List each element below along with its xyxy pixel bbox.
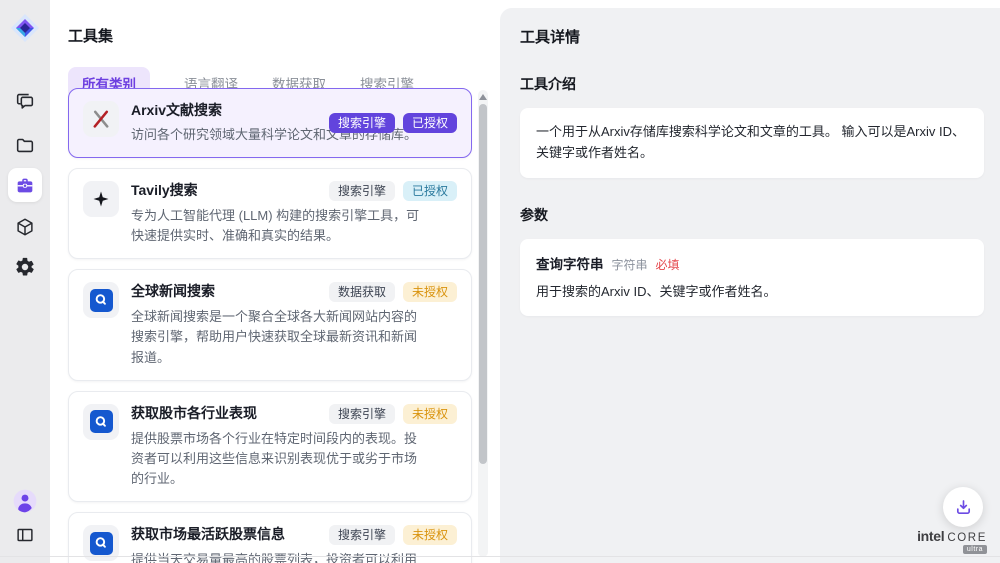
- page-title: 工具集: [68, 25, 500, 46]
- param-header: 查询字符串 字符串 必填: [536, 253, 968, 273]
- intro-text: 一个用于从Arxiv存储库搜索科学论文和文章的工具。 输入可以是Arxiv ID…: [536, 122, 968, 164]
- user-avatar-icon[interactable]: [8, 484, 42, 518]
- auth-badge: 未授权: [403, 525, 457, 545]
- tool-name: 获取市场最活跃股票信息: [131, 525, 285, 544]
- chat-icon[interactable]: [8, 84, 42, 118]
- intro-heading: 工具介绍: [520, 74, 984, 94]
- tool-name: Tavily搜索: [131, 181, 198, 200]
- search-blue-icon: [83, 404, 119, 440]
- auth-badge: 已授权: [403, 113, 457, 133]
- settings-icon[interactable]: [8, 250, 42, 284]
- download-icon: [953, 497, 974, 518]
- intro-box: 一个用于从Arxiv存储库搜索科学论文和文章的工具。 输入可以是Arxiv ID…: [520, 108, 984, 178]
- tool-list: Arxiv文献搜索 搜索引擎 已授权 访问各个研究领域大量科学论文和文章的存储库…: [68, 88, 472, 563]
- scrollbar[interactable]: [478, 90, 488, 557]
- app-window: 工具集 所有类别语言翻译数据获取搜索引擎 Arxiv文献搜索 搜索引擎 已授权 …: [0, 0, 1000, 563]
- category-badge: 搜索引擎: [329, 113, 395, 133]
- download-button[interactable]: [943, 487, 983, 527]
- param-box: 查询字符串 字符串 必填 用于搜索的Arxiv ID、关键字或作者姓名。: [520, 239, 984, 317]
- tool-card[interactable]: Tavily搜索 搜索引擎 已授权 专为人工智能代理 (LLM) 构建的搜索引擎…: [68, 168, 472, 259]
- arxiv-icon: [83, 101, 119, 137]
- tool-card[interactable]: 获取股市各行业表现 搜索引擎 未授权 提供股票市场各个行业在特定时间段内的表现。…: [68, 391, 472, 502]
- auth-badge: 未授权: [403, 282, 457, 302]
- tool-name: 获取股市各行业表现: [131, 404, 257, 423]
- category-badge: 搜索引擎: [329, 404, 395, 424]
- panel-toggle-icon[interactable]: [8, 518, 42, 552]
- category-badge: 搜索引擎: [329, 181, 395, 201]
- app-logo-icon[interactable]: [7, 10, 43, 46]
- brand-core: core: [947, 532, 987, 544]
- tool-card[interactable]: Arxiv文献搜索 搜索引擎 已授权 访问各个研究领域大量科学论文和文章的存储库…: [68, 88, 472, 158]
- tools-panel: 工具集 所有类别语言翻译数据获取搜索引擎 Arxiv文献搜索 搜索引擎 已授权 …: [50, 8, 500, 563]
- tool-name: 全球新闻搜索: [131, 282, 215, 301]
- category-badge: 数据获取: [329, 282, 395, 302]
- cube-icon[interactable]: [8, 210, 42, 244]
- nav-rail: [0, 0, 50, 563]
- tool-description: 专为人工智能代理 (LLM) 构建的搜索引擎工具，可快速提供实时、准确和真实的结…: [131, 206, 429, 246]
- detail-title: 工具详情: [520, 26, 984, 47]
- params-heading: 参数: [520, 205, 984, 225]
- category-badge: 搜索引擎: [329, 525, 395, 545]
- tool-card[interactable]: 全球新闻搜索 数据获取 未授权 全球新闻搜索是一个聚合全球各大新闻网站内容的搜索…: [68, 269, 472, 380]
- folder-icon[interactable]: [8, 128, 42, 162]
- brand-ultra-badge: ultra: [963, 545, 987, 554]
- window-bottom-edge: [0, 556, 1000, 557]
- auth-badge: 已授权: [403, 181, 457, 201]
- toolbox-icon[interactable]: [8, 168, 42, 202]
- param-description: 用于搜索的Arxiv ID、关键字或作者姓名。: [536, 282, 968, 303]
- search-blue-icon: [83, 282, 119, 318]
- tool-description: 提供股票市场各个行业在特定时间段内的表现。投资者可以利用这些信息来识别表现优于或…: [131, 429, 429, 489]
- scrollbar-up-arrow-icon[interactable]: [479, 94, 487, 100]
- tool-detail-panel: 工具详情 工具介绍 一个用于从Arxiv存储库搜索科学论文和文章的工具。 输入可…: [500, 8, 1000, 563]
- scrollbar-thumb[interactable]: [479, 104, 487, 464]
- brand-intel: intel: [917, 528, 944, 544]
- param-required-badge: 必填: [656, 256, 680, 273]
- param-name: 查询字符串: [536, 253, 604, 273]
- auth-badge: 未授权: [403, 404, 457, 424]
- tool-description: 全球新闻搜索是一个聚合全球各大新闻网站内容的搜索引擎，帮助用户快速获取全球最新资…: [131, 307, 429, 367]
- tool-name: Arxiv文献搜索: [131, 101, 222, 120]
- sparkle-icon: [83, 181, 119, 217]
- intel-core-logo: intel core ultra: [917, 528, 987, 554]
- param-type: 字符串: [612, 256, 648, 273]
